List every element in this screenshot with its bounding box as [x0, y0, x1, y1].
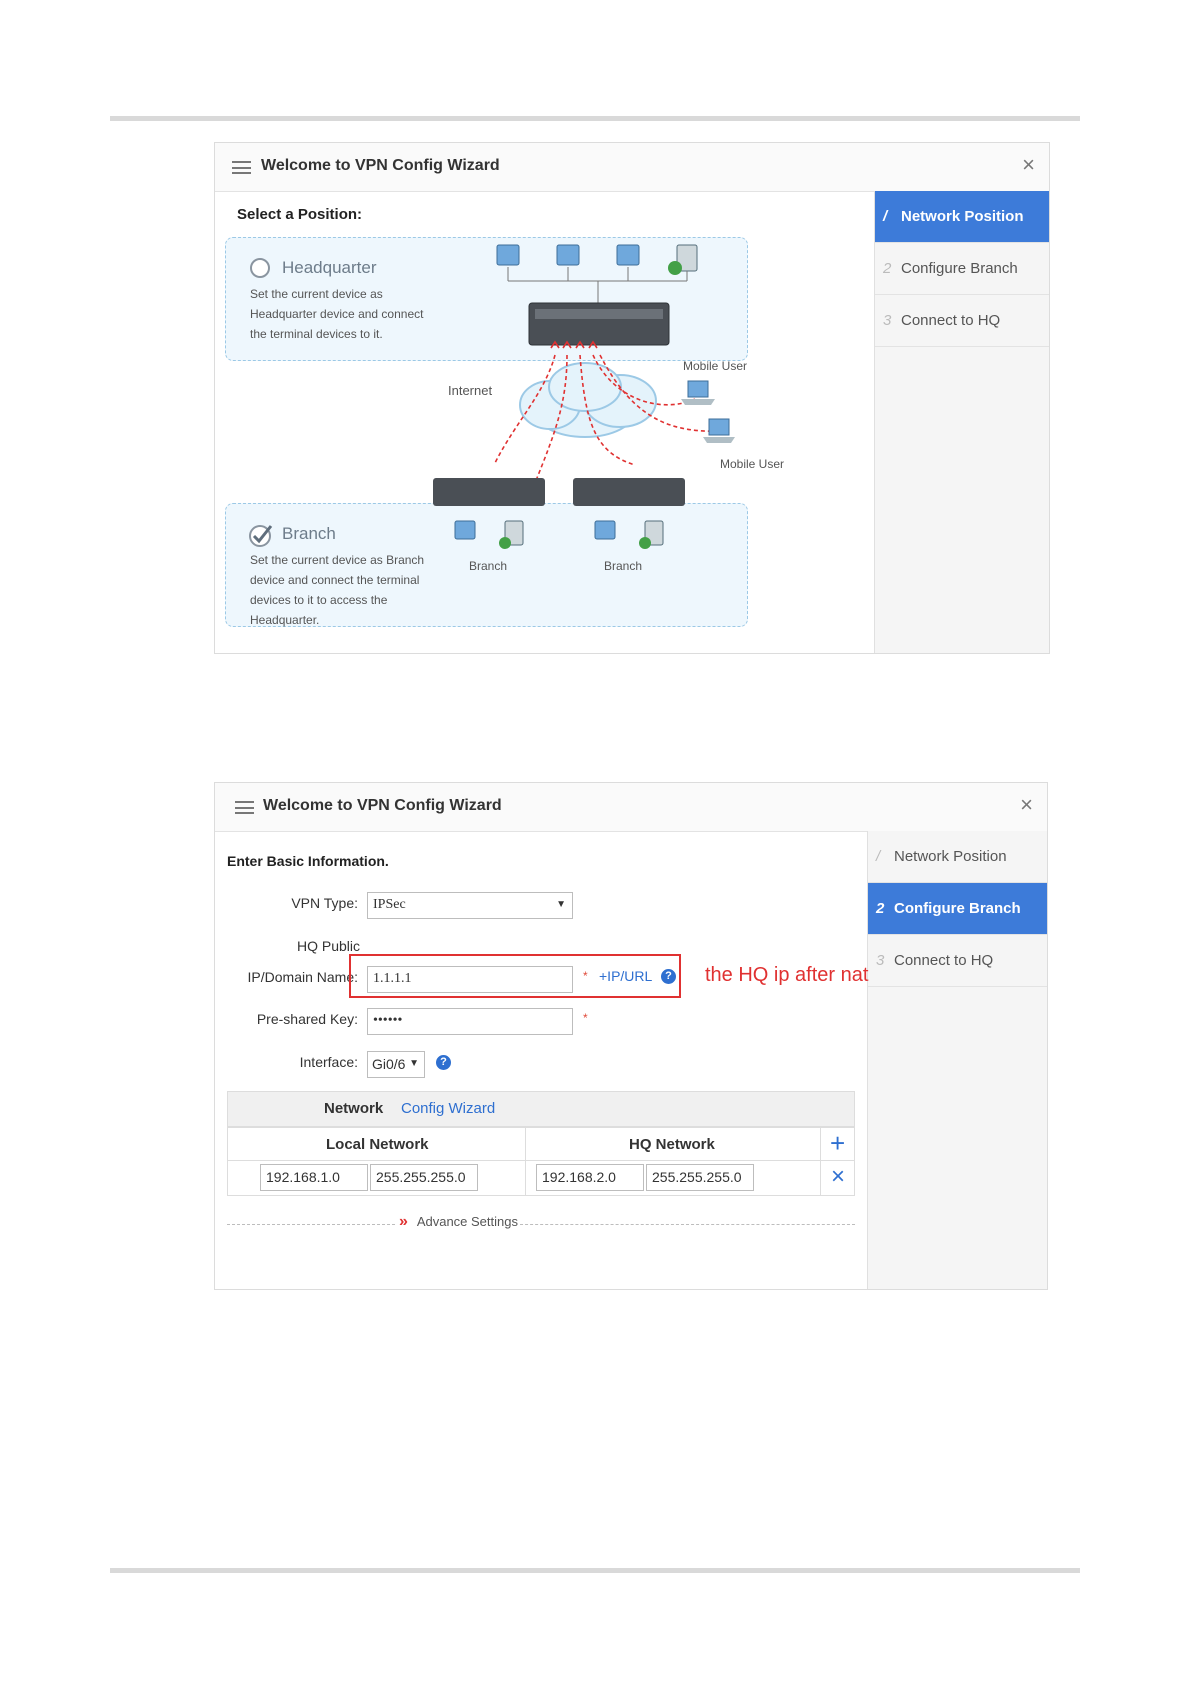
hq-public-label: HQ Public — [296, 938, 360, 954]
help-icon[interactable]: ? — [436, 1055, 451, 1070]
step-configure-branch[interactable]: 2 Configure Branch — [868, 883, 1047, 935]
network-label: Network — [324, 1100, 384, 1117]
mobile-user-laptop-icon — [703, 418, 735, 443]
branch-label: Branch — [469, 559, 508, 573]
internet-label: Internet — [448, 383, 493, 398]
mobile-user-label: Mobile User — [683, 359, 748, 373]
table-divider — [525, 1128, 526, 1195]
close-icon[interactable]: × — [1020, 794, 1033, 816]
interface-label: Interface: — [299, 1054, 358, 1070]
vpn-wizard-configure-window: Welcome to VPN Config Wizard × / Network… — [214, 782, 1048, 1290]
table-divider — [820, 1128, 821, 1195]
step-label: Network Position — [901, 208, 1024, 225]
local-network-header: Local Network — [326, 1136, 429, 1153]
branch-pc-icon — [594, 520, 616, 540]
local-mask-input[interactable]: 255.255.255.0 — [370, 1164, 478, 1191]
add-row-icon[interactable]: + — [830, 1128, 845, 1158]
divider — [227, 1224, 395, 1225]
step-network-position[interactable]: / Network Position — [875, 191, 1049, 243]
pre-shared-key-label: Pre-shared Key: — [256, 1011, 358, 1027]
step-label: Connect to HQ — [894, 952, 994, 969]
local-ip-input[interactable]: 192.168.1.0 — [260, 1164, 368, 1191]
hq-pc-icon — [496, 244, 640, 266]
step-connect-to-hq[interactable]: 3 Connect to HQ — [875, 295, 1049, 347]
dropdown-arrow-icon: ▼ — [409, 1058, 419, 1069]
step-number: 3 — [883, 312, 892, 329]
wizard-steps-sidebar: / Network Position 2 Configure Branch 3 … — [874, 191, 1049, 653]
divider — [515, 1224, 855, 1225]
vpn-wizard-position-window: Welcome to VPN Config Wizard × / Network… — [214, 142, 1050, 654]
step-connect-to-hq[interactable]: 3 Connect to HQ — [868, 935, 1047, 987]
close-icon[interactable]: × — [1022, 154, 1035, 176]
window-header: Welcome to VPN Config Wizard × — [215, 783, 1047, 832]
hq-network-header: HQ Network — [629, 1136, 715, 1153]
basic-info-label: Enter Basic Information. — [227, 853, 389, 869]
vpn-type-select[interactable]: IPSec ▼ — [367, 892, 573, 919]
annotation-text: the HQ ip after nat — [705, 964, 869, 986]
step-number: 3 — [876, 952, 885, 969]
pre-shared-key-input[interactable]: •••••• — [367, 1008, 573, 1035]
branch-pc-icon — [454, 520, 476, 540]
branch-label: Branch — [604, 559, 643, 573]
vpn-type-label: VPN Type: — [291, 895, 358, 911]
page-top-rule — [110, 116, 1080, 121]
config-wizard-link[interactable]: Config Wizard — [401, 1100, 495, 1117]
dropdown-arrow-icon: ▼ — [556, 899, 566, 910]
mobile-user-label: Mobile User — [720, 457, 785, 471]
step-label: Network Position — [894, 848, 1007, 865]
step-configure-branch[interactable]: 2 Configure Branch — [875, 243, 1049, 295]
step-number: 2 — [876, 900, 885, 917]
step-network-position[interactable]: / Network Position — [868, 831, 1047, 883]
interface-value: Gi0/6 — [372, 1056, 406, 1072]
vpn-type-value: IPSec — [373, 897, 406, 912]
window-title: Welcome to VPN Config Wizard — [263, 797, 502, 814]
table-divider — [228, 1160, 854, 1161]
hq-server-icon — [668, 244, 698, 275]
wizard-steps-sidebar: / Network Position 2 Configure Branch 3 … — [867, 831, 1047, 1289]
step-label: Configure Branch — [901, 260, 1018, 277]
interface-select[interactable]: Gi0/6 ▼ — [367, 1051, 425, 1078]
step-number: / — [876, 848, 881, 865]
advance-settings-toggle[interactable]: » Advance Settings — [399, 1213, 518, 1231]
network-config-bar: Network Config Wizard — [227, 1091, 855, 1127]
step-label: Configure Branch — [894, 900, 1021, 917]
hq-domain-name-label: IP/Domain Name: — [247, 969, 358, 985]
network-table: Local Network HQ Network + 192.168.1.0 2… — [227, 1127, 855, 1196]
required-marker: * — [583, 1011, 588, 1025]
annotation-highlight-box — [349, 954, 681, 998]
menu-icon[interactable] — [235, 801, 254, 814]
step-label: Connect to HQ — [901, 312, 1001, 329]
branch-router-icon — [573, 478, 685, 506]
branch-router-icon — [433, 478, 545, 506]
advance-settings-label: Advance Settings — [416, 1214, 518, 1229]
step-number: 2 — [883, 260, 892, 277]
page-bottom-rule — [110, 1568, 1080, 1573]
internet-cloud-icon — [519, 362, 657, 438]
step-number: / — [883, 208, 888, 225]
hq-mask-input[interactable]: 255.255.255.0 — [646, 1164, 754, 1191]
hq-ip-network-input[interactable]: 192.168.2.0 — [536, 1164, 644, 1191]
mobile-user-laptop-icon — [681, 380, 715, 405]
network-topology-diagram — [433, 244, 735, 549]
double-chevron-icon: » — [399, 1213, 408, 1230]
remove-row-icon[interactable]: × — [831, 1162, 845, 1192]
